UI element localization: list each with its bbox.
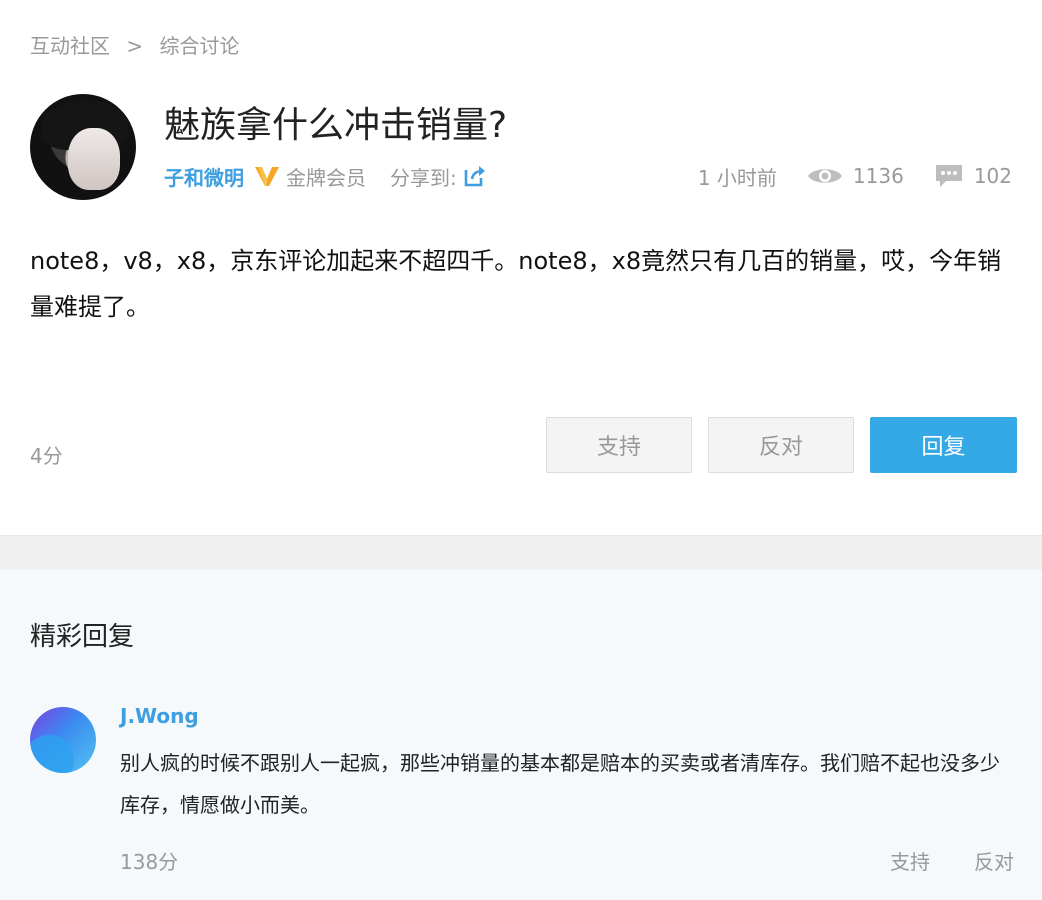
featured-replies-title: 精彩回复	[30, 622, 135, 652]
featured-replies-section: 精彩回复 J.Wong 别人疯的时候不跟别人一起疯，那些冲销量的基本都是赔本的买…	[0, 570, 1042, 900]
share-label: 分享到:	[390, 165, 457, 190]
avatar-face	[68, 128, 120, 190]
post-body: note8，v8，x8，京东评论加起来不超四千。note8，x8竟然只有几百的销…	[30, 247, 1002, 321]
comment-icon	[935, 165, 962, 187]
reply-author-link[interactable]: J.Wong	[120, 704, 199, 728]
section-divider	[0, 535, 1042, 572]
v-badge-icon	[255, 167, 279, 186]
eye-icon	[807, 169, 842, 183]
oppose-button[interactable]: 反对	[708, 417, 854, 473]
support-button[interactable]: 支持	[546, 417, 692, 473]
breadcrumb-root-link[interactable]: 互动社区	[30, 34, 110, 58]
share-icon[interactable]	[463, 164, 487, 188]
reply-text: 别人疯的时候不跟别人一起疯，那些冲销量的基本都是赔本的买卖或者清库存。我们赔不起…	[120, 751, 1000, 817]
avatar-shape	[30, 735, 74, 773]
author-avatar[interactable]	[30, 94, 136, 200]
reply-avatar[interactable]	[30, 707, 96, 773]
author-row: 子和微明 金牌会员 分享到:	[164, 160, 487, 192]
comment-count: 102	[973, 164, 1012, 188]
member-level: 金牌会员	[286, 165, 366, 190]
reply-button[interactable]: 回复	[870, 417, 1017, 473]
post-score: 4分	[30, 444, 63, 468]
post-time: 1 小时前	[697, 165, 777, 190]
reply-score: 138分	[120, 850, 179, 874]
reply-oppose-button[interactable]: 反对	[974, 846, 1014, 875]
breadcrumb-current-link[interactable]: 综合讨论	[159, 34, 239, 58]
reply-support-button[interactable]: 支持	[890, 846, 930, 875]
breadcrumb: 互动社区 > 综合讨论	[30, 30, 239, 59]
post-meta: 1 小时前 1136 102	[698, 160, 1012, 192]
post-title: 魅族拿什么冲击销量?	[164, 105, 508, 146]
view-count: 1136	[852, 164, 904, 188]
author-name-link[interactable]: 子和微明	[164, 162, 244, 191]
breadcrumb-separator: >	[126, 34, 144, 58]
